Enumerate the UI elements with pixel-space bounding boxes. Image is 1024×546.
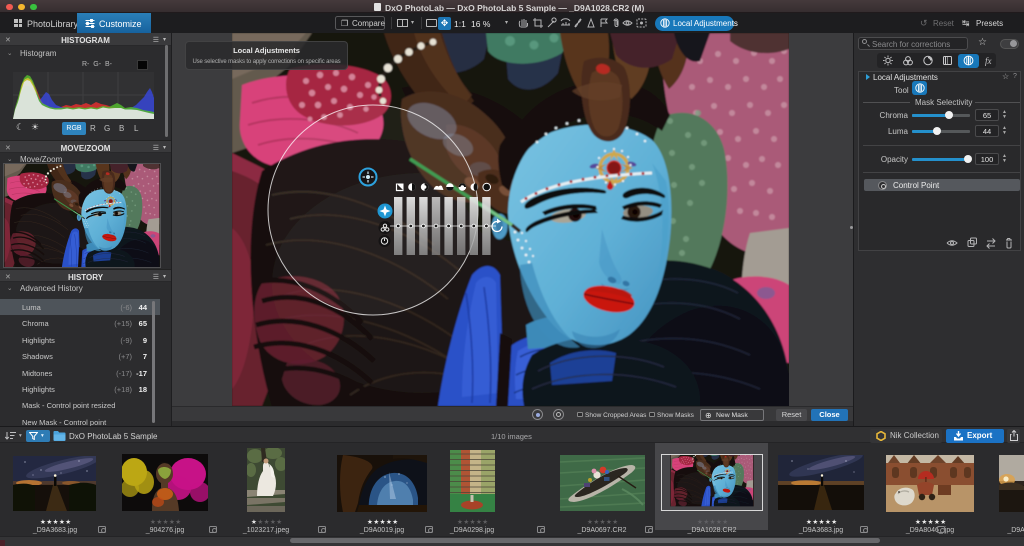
svg-text:fx: fx (985, 56, 992, 66)
